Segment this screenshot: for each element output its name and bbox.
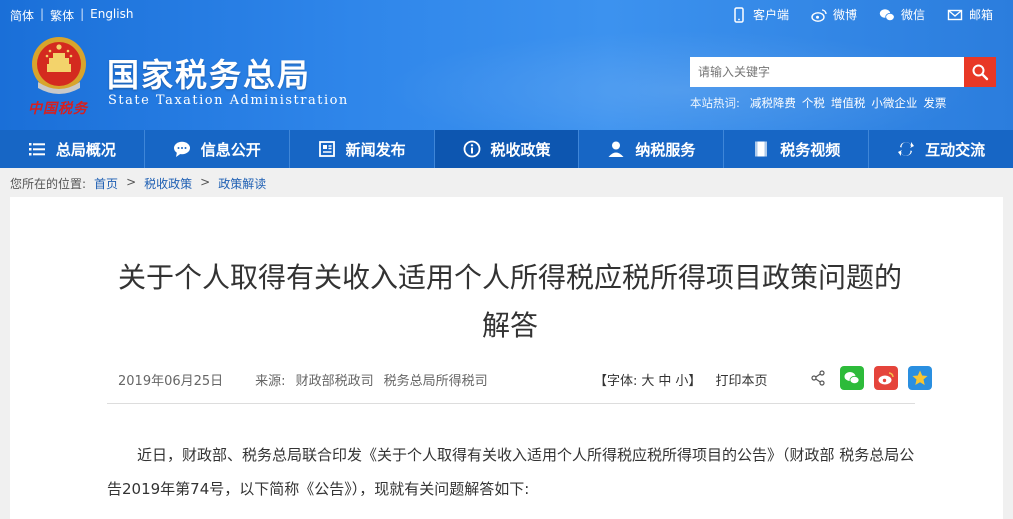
source-name: 税务总局所得税司	[383, 374, 488, 389]
font-size-label: 【字体:	[594, 374, 638, 389]
font-small-button[interactable]: 小】	[675, 370, 701, 389]
wechat-icon	[879, 8, 895, 21]
publish-date: 2019年06月25日	[118, 374, 224, 389]
exchange-icon	[898, 142, 915, 156]
lang-english-link[interactable]: English	[90, 7, 133, 24]
hot-word-link[interactable]: 个税	[802, 95, 825, 111]
wechat-link-label: 微信	[900, 8, 925, 22]
nav-item-tax-policy[interactable]: 税收政策	[434, 130, 580, 168]
info-icon	[463, 140, 480, 158]
meta-divider	[107, 403, 915, 404]
hot-words: 本站热词: 减税降费 个税 增值税 小微企业 发票	[690, 95, 946, 111]
weibo-link-label: 微博	[832, 8, 857, 22]
star-icon	[912, 370, 928, 385]
weibo-link[interactable]: 微博	[811, 6, 857, 23]
nav-label: 信息公开	[200, 140, 261, 159]
mail-link[interactable]: 邮箱	[947, 6, 993, 23]
main-nav: 总局概况 信息公开 新闻发布 税收政策 纳税服务 税务视频 互动交流	[0, 130, 1013, 168]
mobile-icon	[734, 6, 744, 23]
news-icon	[318, 141, 335, 157]
breadcrumb-home[interactable]: 首页	[94, 175, 118, 192]
share-weibo-button[interactable]	[874, 366, 898, 390]
nav-label: 总局概况	[55, 140, 116, 159]
nav-label: 纳税服务	[635, 140, 696, 159]
share-icon[interactable]	[810, 370, 826, 386]
national-emblem-icon[interactable]	[28, 34, 90, 96]
lang-separator: |	[40, 7, 45, 21]
article-tools: 【字体: 大 中 小】 打印本页	[594, 370, 771, 389]
breadcrumb-policy-interpretation[interactable]: 政策解读	[218, 175, 266, 192]
lang-simplified-link[interactable]: 简体	[10, 7, 34, 24]
breadcrumb: 您所在的位置: 首页 > 税收政策 > 政策解读	[10, 175, 266, 192]
mail-link-label: 邮箱	[968, 8, 993, 22]
wechat-link[interactable]: 微信	[879, 6, 925, 23]
mail-icon	[947, 9, 963, 20]
search-button[interactable]	[964, 57, 996, 87]
nav-item-tax-video[interactable]: 税务视频	[724, 130, 870, 168]
wechat-icon	[844, 372, 860, 385]
breadcrumb-tax-policy[interactable]: 税收政策	[144, 175, 192, 192]
nav-label: 新闻发布	[345, 140, 406, 159]
nav-item-info-public[interactable]: 信息公开	[145, 130, 290, 168]
search-input[interactable]	[690, 57, 964, 87]
article-container: 关于个人取得有关收入适用个人所得税应税所得项目政策问题的 解答 2019年06月…	[10, 197, 1003, 519]
breadcrumb-separator: >	[126, 175, 137, 189]
china-tax-seal-text: 中国税务	[28, 101, 88, 117]
hot-word-link[interactable]: 增值税	[831, 95, 866, 111]
share-qzone-button[interactable]	[908, 366, 932, 390]
weibo-icon	[811, 8, 827, 22]
share-bar	[810, 366, 932, 390]
nav-label: 互动交流	[925, 140, 986, 159]
article-title-line: 解答	[481, 309, 538, 342]
chat-icon	[173, 141, 190, 157]
site-header: 简体 | 繁体 | English 客户端 微博 微信 邮箱 中国税务 国家税务…	[0, 0, 1013, 130]
lang-traditional-link[interactable]: 繁体	[50, 7, 74, 24]
language-switcher: 简体 | 繁体 | English	[10, 7, 133, 24]
article-meta: 2019年06月25日 来源: 财政部税政司 税务总局所得税司 【字体: 大 中…	[118, 370, 908, 389]
lang-separator: |	[80, 7, 85, 21]
user-icon	[608, 141, 624, 157]
client-link-label: 客户端	[752, 8, 789, 22]
nav-item-taxpayer-service[interactable]: 纳税服务	[579, 130, 725, 168]
video-icon	[755, 141, 768, 157]
nav-item-news[interactable]: 新闻发布	[290, 130, 435, 168]
breadcrumb-separator: >	[200, 175, 211, 189]
nav-item-interaction[interactable]: 互动交流	[869, 130, 1013, 168]
hot-word-link[interactable]: 发票	[923, 95, 946, 111]
font-medium-button[interactable]: 中	[658, 370, 671, 389]
article-body-paragraph: 近日，财政部、税务总局联合印发《关于个人取得有关收入适用个人所得税应税所得项目的…	[107, 446, 915, 498]
menu-icon	[28, 143, 45, 156]
source-name: 财政部税政司	[295, 374, 374, 389]
nav-label: 税务视频	[780, 140, 841, 159]
nav-item-overview[interactable]: 总局概况	[0, 130, 145, 168]
font-large-button[interactable]: 大	[641, 370, 654, 389]
hot-word-link[interactable]: 减税降费	[750, 95, 796, 111]
source-label: 来源:	[255, 374, 286, 389]
nav-label: 税收政策	[490, 140, 551, 159]
site-title[interactable]: 国家税务总局	[107, 50, 311, 96]
client-link[interactable]: 客户端	[731, 6, 789, 23]
search-icon	[972, 64, 989, 81]
print-button[interactable]: 打印本页	[715, 370, 767, 389]
article-title: 关于个人取得有关收入适用个人所得税应税所得项目政策问题的 解答	[115, 254, 905, 350]
hot-word-link[interactable]: 小微企业	[871, 95, 917, 111]
site-subtitle: State Taxation Administration	[108, 93, 349, 108]
hot-words-label: 本站热词:	[690, 96, 740, 110]
share-wechat-button[interactable]	[840, 366, 864, 390]
weibo-icon	[878, 372, 894, 385]
breadcrumb-label: 您所在的位置:	[10, 177, 87, 191]
article-title-line: 关于个人取得有关收入适用个人所得税应税所得项目政策问题的	[117, 261, 902, 294]
top-links: 客户端 微博 微信 邮箱	[731, 6, 993, 23]
